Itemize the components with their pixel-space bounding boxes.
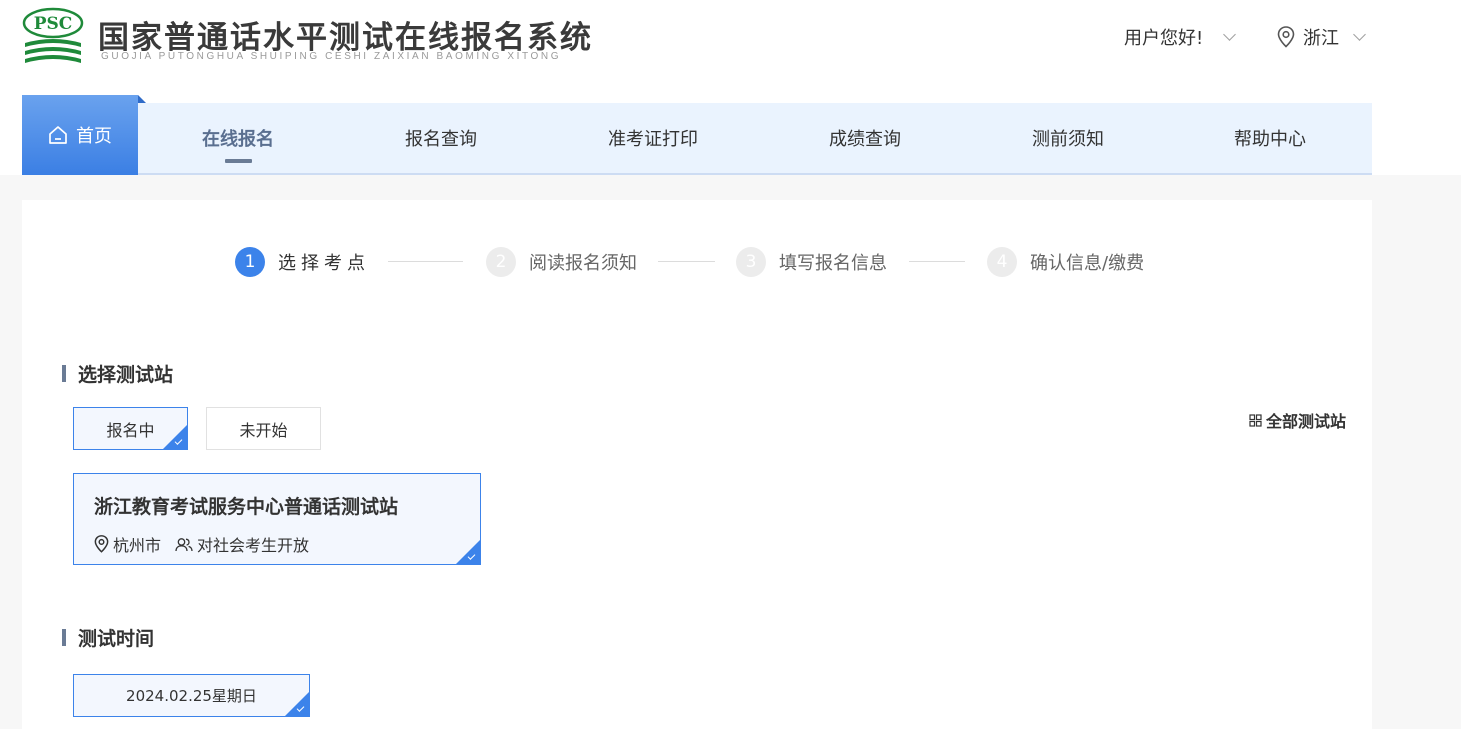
section-title-time: 测试时间 (62, 624, 154, 651)
nav-help-center[interactable]: 帮助中心 (1215, 103, 1325, 173)
location-pin-icon (1277, 26, 1295, 48)
nav-active-indicator (225, 159, 252, 163)
registration-steps: 1 选择考点 2 阅读报名须知 3 填写报名信息 4 确认信息/缴费 (235, 247, 1195, 277)
step-select-center: 1 选择考点 (235, 247, 370, 277)
nav-registration-query[interactable]: 报名查询 (386, 103, 496, 173)
test-date-option[interactable]: 2024.02.25星期日 (73, 674, 310, 717)
station-name: 浙江教育考试服务中心普通话测试站 (94, 496, 399, 518)
system-subtitle: GUOJIA PUTONGHUA SHUIPING CESHI ZAIXIAN … (101, 51, 562, 62)
nav-home[interactable]: 首页 (22, 95, 146, 175)
station-city: 杭州市 (113, 536, 162, 555)
chevron-down-icon (1223, 28, 1237, 41)
step-connector (658, 261, 715, 262)
checkmark-corner-icon (163, 425, 187, 449)
step-fill-info: 3 填写报名信息 (736, 247, 887, 277)
nav-home-label: 首页 (76, 126, 112, 147)
chevron-down-icon (1353, 28, 1366, 41)
step-connector (388, 261, 463, 262)
nav-score-query[interactable]: 成绩查询 (810, 103, 920, 173)
psc-logo-icon: PSC (22, 7, 84, 63)
station-card[interactable]: 浙江教育考试服务中心普通话测试站 杭州市 对社会考生开放 (73, 473, 481, 565)
tab-registering[interactable]: 报名中 (73, 407, 188, 450)
station-meta: 杭州市 对社会考生开放 (94, 532, 323, 556)
step-confirm-pay: 4 确认信息/缴费 (987, 247, 1144, 277)
region-selector[interactable]: 浙江 (1277, 24, 1366, 50)
station-audience: 对社会考生开放 (197, 536, 310, 555)
nav-pretest-notice[interactable]: 测前须知 (1013, 103, 1123, 173)
location-pin-icon (94, 535, 109, 553)
home-icon (49, 126, 67, 144)
svg-text:PSC: PSC (34, 14, 73, 34)
checkmark-corner-icon (285, 692, 309, 716)
region-label: 浙江 (1303, 28, 1339, 49)
tab-not-started[interactable]: 未开始 (206, 407, 321, 450)
step-connector (909, 261, 965, 262)
user-menu[interactable]: 用户您好! (1124, 24, 1237, 50)
grid-icon (1249, 413, 1262, 427)
checkmark-corner-icon (456, 540, 480, 564)
all-stations-link[interactable]: 全部测试站 (1249, 408, 1346, 432)
section-title-station: 选择测试站 (62, 360, 173, 387)
users-icon (175, 537, 193, 551)
user-greeting: 用户您好! (1124, 28, 1204, 49)
nav-admission-ticket-print[interactable]: 准考证打印 (596, 103, 710, 173)
content-card (22, 200, 1372, 729)
step-read-notice: 2 阅读报名须知 (486, 247, 637, 277)
